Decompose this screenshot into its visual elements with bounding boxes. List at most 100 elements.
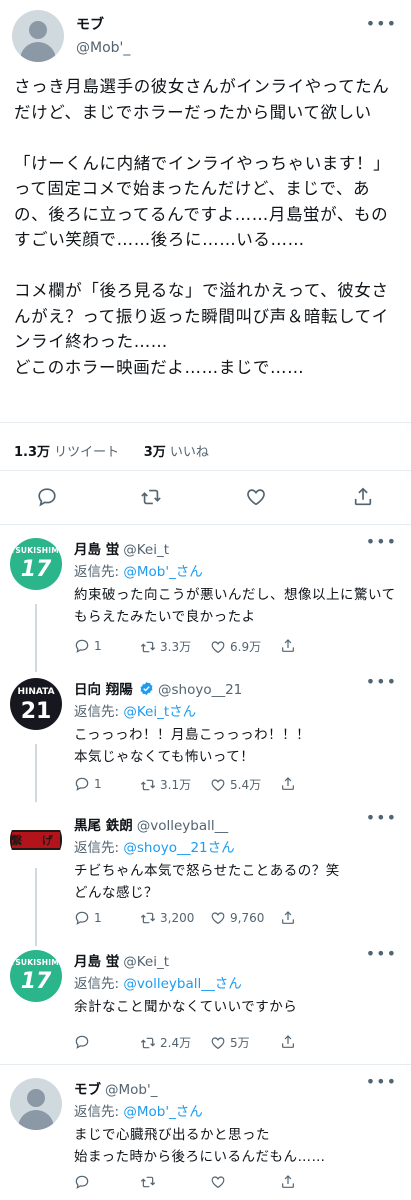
retweet-icon xyxy=(140,779,156,790)
like-action[interactable]: 5万 xyxy=(210,1034,250,1051)
author-handle[interactable]: @Mob'_ xyxy=(76,40,130,56)
share-action[interactable] xyxy=(280,638,300,654)
reply-author-name[interactable]: 月島 蛍 xyxy=(74,542,119,558)
likes-stat[interactable]: 3万 いいね xyxy=(144,445,213,460)
reply-text: まじで心臓飛び出るかと思った 始まった時から後ろにいるんだもん…… xyxy=(74,1127,326,1165)
reply-header: モブ @Mob'_ xyxy=(74,1078,157,1098)
reply-to-link[interactable]: @Mob'_さん xyxy=(123,564,202,580)
reply-to-link[interactable]: @shoyo__21さん xyxy=(123,840,234,856)
like-action[interactable]: 5.4万 xyxy=(210,776,261,793)
like-icon xyxy=(211,912,225,925)
reply-author-handle[interactable]: @volleyball__ xyxy=(137,818,228,834)
retweet-icon xyxy=(140,912,156,924)
reply-author-name[interactable]: 月島 蛍 xyxy=(74,954,119,970)
share-icon[interactable] xyxy=(352,486,380,514)
more-icon[interactable]: ••• xyxy=(366,808,397,827)
avatar[interactable]: HINATA 21 xyxy=(10,678,62,730)
retweet-action[interactable] xyxy=(140,1174,160,1190)
reply-header: 月島 蛍 @Kei_t xyxy=(74,950,169,970)
reply-tweet[interactable]: 繋 げ 黒尾 鉄朗 @volleyball__ ••• 返信先: @shoyo__… xyxy=(0,800,411,940)
share-action[interactable] xyxy=(280,910,300,926)
avatar[interactable]: 繋 げ xyxy=(10,814,62,866)
divider xyxy=(0,422,411,423)
avatar-number: 17 xyxy=(20,557,52,582)
reply-action[interactable]: 1 xyxy=(74,910,102,926)
avatar[interactable]: TSUKISHIMA 17 xyxy=(10,538,62,590)
reply-tweet[interactable]: HINATA 21 日向 翔陽 @shoyo__21 ••• 返信先: @Kei… xyxy=(0,664,411,796)
reply-to: 返信先: @Mob'_さん xyxy=(74,560,203,580)
reply-tweet[interactable]: TSUKISHIMA 17 月島 蛍 @Kei_t ••• 返信先: @Mob'_… xyxy=(0,524,411,664)
more-icon[interactable]: ••• xyxy=(366,14,397,33)
retweet-icon xyxy=(140,641,156,652)
reply-count: 1 xyxy=(94,639,102,653)
retweet-action[interactable]: 3.3万 xyxy=(140,638,191,655)
avatar-banner-label: 繋 げ xyxy=(11,834,61,847)
reply-to-link[interactable]: @volleyball__さん xyxy=(123,976,241,992)
reply-actions: 1 3.3万 6.9万 xyxy=(74,638,404,658)
reply-count: 1 xyxy=(94,911,102,925)
reply-header: 日向 翔陽 @shoyo__21 xyxy=(74,678,242,698)
avatar-number: 17 xyxy=(20,969,52,994)
like-action[interactable]: 9,760 xyxy=(210,910,264,926)
avatar[interactable] xyxy=(12,10,64,62)
like-count: 5.4万 xyxy=(230,778,262,792)
divider xyxy=(0,470,411,471)
reply-action[interactable] xyxy=(74,1174,94,1190)
retweet-count: 3.3万 xyxy=(160,640,192,654)
reply-to: 返信先: @shoyo__21さん xyxy=(74,836,235,856)
share-action[interactable] xyxy=(280,1034,300,1050)
avatar-number: 21 xyxy=(20,699,52,724)
reply-action[interactable]: 1 xyxy=(74,638,102,654)
more-icon[interactable]: ••• xyxy=(366,672,397,691)
reply-header: 月島 蛍 @Kei_t xyxy=(74,538,169,558)
reply-author-handle[interactable]: @shoyo__21 xyxy=(158,682,242,698)
avatar-head-shape xyxy=(27,1089,45,1107)
like-icon[interactable] xyxy=(245,486,273,514)
reply-author-handle[interactable]: @Kei_t xyxy=(123,542,169,558)
reply-icon[interactable] xyxy=(36,486,64,514)
reply-author-handle[interactable]: @Mob'_ xyxy=(105,1082,157,1098)
reply-author-name[interactable]: モブ xyxy=(74,1082,101,1098)
reply-author-handle[interactable]: @Kei_t xyxy=(123,954,169,970)
reply-actions xyxy=(74,1174,404,1194)
reply-to-link[interactable]: @Mob'_さん xyxy=(123,1104,202,1120)
like-action[interactable] xyxy=(210,1174,230,1190)
more-icon[interactable]: ••• xyxy=(366,532,397,551)
tweet-stats: 1.3万 リツイート 3万 いいね xyxy=(14,441,217,460)
retweet-action[interactable]: 2.4万 xyxy=(140,1034,191,1051)
retweet-action[interactable]: 3,200 xyxy=(140,910,194,926)
avatar-body-shape xyxy=(18,1110,54,1130)
share-icon xyxy=(282,1035,294,1048)
reply-to-label: 返信先: xyxy=(74,1104,120,1120)
share-action[interactable] xyxy=(280,1174,300,1190)
reply-tweet[interactable]: モブ @Mob'_ ••• 返信先: @Mob'_さん まじで心臓飛び出るかと思っ… xyxy=(0,1064,411,1200)
retweet-action[interactable]: 3.1万 xyxy=(140,776,191,793)
reply-author-name[interactable]: 黒尾 鉄朗 xyxy=(74,818,133,834)
share-icon xyxy=(282,911,294,924)
reply-action[interactable] xyxy=(74,1034,94,1050)
retweet-count: 2.4万 xyxy=(160,1036,192,1050)
retweet-icon xyxy=(140,1037,156,1048)
share-action[interactable] xyxy=(280,776,300,792)
avatar-team-label: TSUKISHIMA xyxy=(10,958,62,967)
reply-to: 返信先: @Kei_tさん xyxy=(74,700,196,720)
more-icon[interactable]: ••• xyxy=(366,1072,397,1091)
reply-to-label: 返信先: xyxy=(74,704,120,720)
author-name[interactable]: モブ xyxy=(76,14,104,34)
retweet-icon[interactable] xyxy=(140,486,168,514)
reply-to-link[interactable]: @Kei_tさん xyxy=(123,704,196,720)
likes-label: いいね xyxy=(169,445,209,460)
reply-action[interactable]: 1 xyxy=(74,776,102,792)
avatar[interactable] xyxy=(10,1078,62,1130)
retweets-stat[interactable]: 1.3万 リツイート xyxy=(14,445,123,460)
reply-to-label: 返信先: xyxy=(74,840,120,856)
like-action[interactable]: 6.9万 xyxy=(210,638,261,655)
reply-to: 返信先: @Mob'_さん xyxy=(74,1100,203,1120)
like-count: 9,760 xyxy=(230,911,265,925)
reply-author-name[interactable]: 日向 翔陽 xyxy=(74,682,133,698)
reply-icon xyxy=(75,777,89,791)
avatar[interactable]: TSUKISHIMA 17 xyxy=(10,950,62,1002)
reply-tweet[interactable]: TSUKISHIMA 17 月島 蛍 @Kei_t ••• 返信先: @volle… xyxy=(0,936,411,1064)
more-icon[interactable]: ••• xyxy=(366,944,397,963)
retweet-icon xyxy=(140,1176,156,1188)
